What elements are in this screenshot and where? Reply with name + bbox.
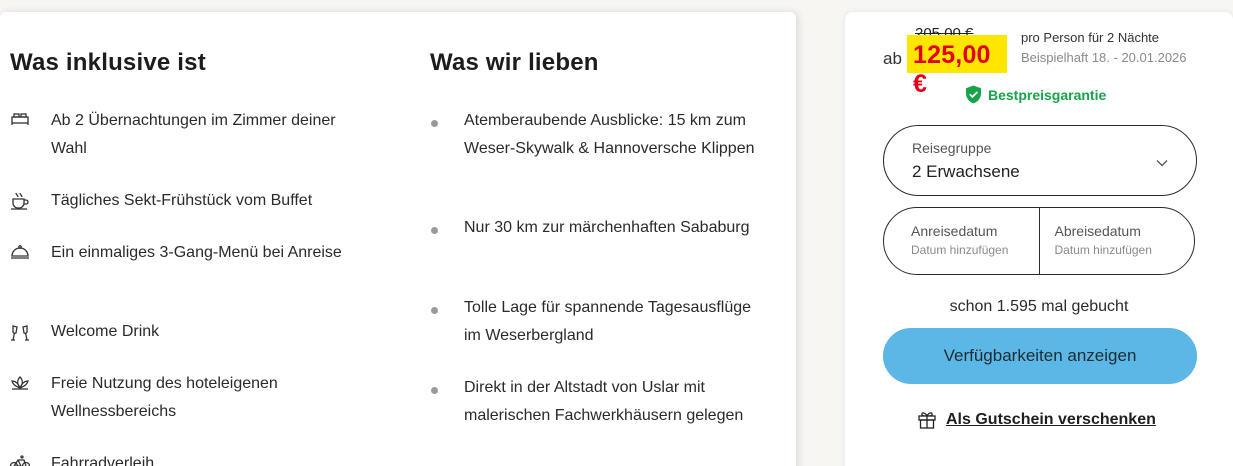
highlight-item: Atemberaubende Ausblicke: 15 km zum Wese… xyxy=(430,111,760,163)
arrival-date-field[interactable]: Anreisedatum Datum hinzufügen xyxy=(884,208,1039,274)
bullet-dot xyxy=(431,120,438,127)
date-picker: Anreisedatum Datum hinzufügen Abreisedat… xyxy=(883,207,1195,275)
departure-date-field[interactable]: Abreisedatum Datum hinzufügen xyxy=(1038,208,1195,274)
price-from-label: ab xyxy=(883,49,902,68)
booking-count: schon 1.595 mal gebucht xyxy=(949,298,1129,315)
discounted-price: 125,00 € xyxy=(907,35,1007,98)
inclusion-text: Tägliches Sekt-Frühstück vom Buffet xyxy=(51,192,313,209)
highlight-text: Tolle Lage für spannende Tagesausflüge i… xyxy=(464,299,752,344)
coffee-cup-icon xyxy=(10,192,30,212)
bullet-dot xyxy=(431,307,438,314)
departure-date-label: Abreisedatum xyxy=(1054,223,1141,239)
travel-group-label: Reisegruppe xyxy=(912,140,992,156)
highlight-item: Tolle Lage für spannende Tagesausflüge i… xyxy=(430,298,760,350)
inclusion-item: Ab 2 Übernachtungen im Zimmer deiner Wah… xyxy=(10,111,350,163)
show-availability-button[interactable]: Verfügbarkeiten anzeigen xyxy=(883,328,1197,384)
highlight-text: Direkt in der Altstadt von Uslar mit mal… xyxy=(464,379,744,424)
travel-group-select[interactable]: Reisegruppe 2 Erwachsene xyxy=(883,125,1197,196)
booking-card: 205,00 € ab 125,00 € pro Person für 2 Nä… xyxy=(845,12,1233,466)
chevron-down-icon xyxy=(1156,154,1168,172)
inclusions-title: Was inklusive ist xyxy=(10,49,206,76)
price-note: pro Person für 2 Nächte xyxy=(1021,30,1160,45)
inclusion-item: Ein einmaliges 3-Gang-Menü bei Anreise xyxy=(10,243,350,267)
best-price-guarantee: Bestpreisgarantie xyxy=(965,85,1106,104)
inclusion-text: Ein einmaliges 3-Gang-Menü bei Anreise xyxy=(51,244,342,261)
inclusion-item: Welcome Drink xyxy=(10,322,350,346)
inclusion-item: Fahrradverleih xyxy=(10,454,350,466)
highlights-title: Was wir lieben xyxy=(430,49,599,76)
guarantee-label: Bestpreisgarantie xyxy=(988,86,1107,103)
highlight-text: Nur 30 km zur märchenhaften Sababurg xyxy=(464,219,750,236)
cloche-icon xyxy=(10,244,30,264)
departure-date-placeholder: Datum hinzufügen xyxy=(1054,243,1152,257)
bullet-dot xyxy=(431,227,438,234)
inclusion-text: Fahrradverleih xyxy=(51,455,155,466)
highlight-text: Atemberaubende Ausblicke: 15 km zum Wese… xyxy=(464,112,755,157)
inclusion-item: Tägliches Sekt-Frühstück vom Buffet xyxy=(10,191,350,215)
example-dates: Beispielhaft 18. - 20.01.2026 xyxy=(1021,50,1187,65)
inclusion-text: Ab 2 Übernachtungen im Zimmer deiner Wah… xyxy=(51,112,336,157)
inclusion-text: Welcome Drink xyxy=(51,323,160,340)
inclusion-text: Freie Nutzung des hoteleigenen Wellnessb… xyxy=(51,375,278,420)
bed-icon xyxy=(10,112,30,132)
arrival-date-placeholder: Datum hinzufügen xyxy=(911,243,1009,257)
shield-check-icon xyxy=(965,85,982,104)
gift-voucher-link[interactable]: Als Gutschein verschenken xyxy=(918,410,1156,429)
travel-group-value: 2 Erwachsene xyxy=(912,162,1020,181)
champagne-glasses-icon xyxy=(10,323,30,343)
bicycle-icon xyxy=(10,455,30,466)
gift-icon xyxy=(918,410,936,429)
highlight-item: Nur 30 km zur märchenhaften Sababurg xyxy=(430,218,760,242)
package-details-card: Was inklusive ist Ab 2 Übernachtungen im… xyxy=(0,12,796,466)
lotus-icon xyxy=(10,375,30,395)
highlight-item: Direkt in der Altstadt von Uslar mit mal… xyxy=(430,378,760,430)
inclusion-item: Freie Nutzung des hoteleigenen Wellnessb… xyxy=(10,374,350,426)
arrival-date-label: Anreisedatum xyxy=(911,223,998,239)
gift-voucher-label: Als Gutschein verschenken xyxy=(946,410,1156,428)
bullet-dot xyxy=(431,387,438,394)
